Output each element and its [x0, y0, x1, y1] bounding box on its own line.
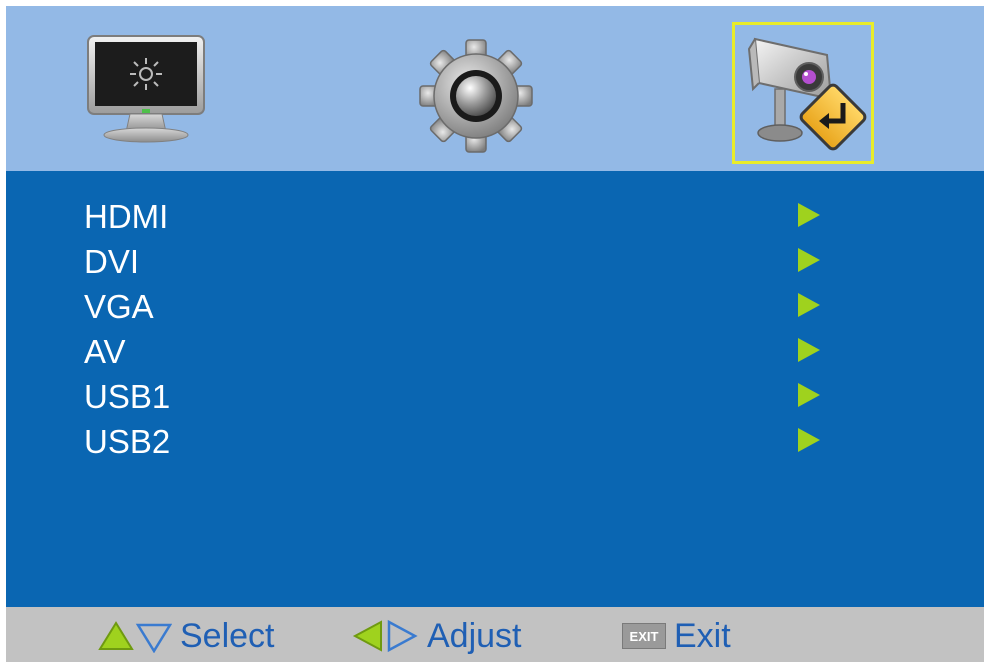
gear-icon [419, 39, 533, 153]
tab-settings[interactable] [416, 36, 536, 176]
hint-adjust: Adjust [351, 615, 522, 657]
arrow-right-icon [798, 383, 820, 407]
hint-select-label: Select [180, 616, 275, 655]
arrow-right-icon [798, 338, 820, 362]
source-panel: HDMI DVI VGA AV USB1 USB2 [6, 171, 984, 607]
arrow-right-icon [798, 203, 820, 227]
arrow-right-icon [798, 248, 820, 272]
list-item-vga[interactable]: VGA [6, 285, 984, 330]
arrow-right-icon [798, 428, 820, 452]
list-item-label: AV [84, 333, 126, 370]
left-right-arrows-icon [352, 619, 418, 653]
hint-bar: Select Adjust EXIT Exit [6, 607, 984, 662]
list-item-usb2[interactable]: USB2 [6, 420, 984, 465]
list-item-label: USB2 [84, 423, 171, 460]
hint-adjust-label: Adjust [427, 616, 522, 655]
list-item-label: USB1 [84, 378, 171, 415]
list-item-dvi[interactable]: DVI [6, 240, 984, 285]
list-item-label: HDMI [84, 198, 169, 235]
tab-display[interactable] [86, 32, 216, 172]
hint-select: Select [98, 615, 275, 657]
arrow-right-icon [798, 293, 820, 317]
hint-exit-label: Exit [674, 616, 731, 655]
hint-exit: EXIT Exit [622, 615, 731, 657]
camera-source-icon [747, 37, 867, 151]
list-item-usb1[interactable]: USB1 [6, 375, 984, 420]
monitor-icon [87, 35, 205, 143]
osd-menu: HDMI DVI VGA AV USB1 USB2 Select Adjust … [6, 6, 984, 662]
list-item-label: VGA [84, 288, 154, 325]
tab-source[interactable] [732, 22, 874, 164]
exit-key-icon: EXIT [622, 623, 666, 649]
source-list: HDMI DVI VGA AV USB1 USB2 [6, 195, 984, 465]
up-down-arrows-icon [98, 621, 172, 653]
list-item-av[interactable]: AV [6, 330, 984, 375]
menu-tab-bar [6, 6, 984, 171]
list-item-label: DVI [84, 243, 140, 280]
list-item-hdmi[interactable]: HDMI [6, 195, 984, 240]
